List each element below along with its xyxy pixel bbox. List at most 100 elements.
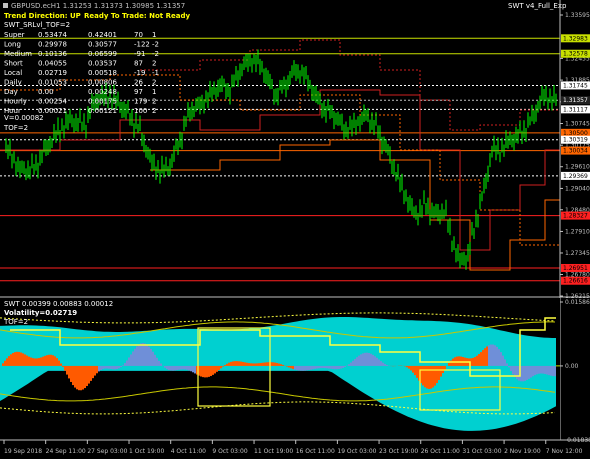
stats-v4: -1 [152, 69, 159, 77]
oscillator-bar [382, 362, 384, 366]
oscillator-bar [416, 365, 418, 378]
oscillator-bar [308, 365, 310, 371]
oscillator-bar [108, 365, 110, 369]
oscillator-bar [428, 365, 430, 389]
oscillator-bar [544, 365, 546, 374]
stats-v3: 179 [134, 98, 147, 106]
oscillator-bar [36, 358, 38, 366]
oscillator-bar [138, 344, 140, 366]
time-tick: 24 Sep 11:00 [46, 448, 86, 455]
price-level-label: 1.31117 [563, 106, 588, 113]
stats-name: Daily [4, 79, 22, 87]
oscillator-bar [44, 355, 46, 366]
oscillator-bar [480, 352, 482, 366]
oscillator-bar [96, 365, 98, 374]
oscillator-bar [316, 365, 318, 369]
stats-v3: 100 [134, 107, 147, 115]
stats-name: Super [4, 31, 25, 39]
oscillator-bar [254, 363, 256, 366]
oscillator-bar [46, 355, 48, 366]
oscillator-bar [324, 365, 326, 369]
oscillator-bar [492, 344, 494, 366]
oscillator-bar [516, 365, 518, 380]
oscillator-bar [80, 365, 82, 391]
oscillator-bar [294, 365, 296, 370]
oscillator-bar [546, 365, 548, 375]
price-level-label: 1.29369 [563, 173, 588, 180]
oscillator-bar [190, 365, 192, 372]
oscillator-bar [170, 365, 172, 371]
oscillator-bar [192, 365, 194, 373]
oscillator-bar [510, 365, 512, 372]
oscillator-bar [410, 365, 412, 371]
oscillator-bar [366, 352, 368, 366]
price-tick: 1.29610 [565, 164, 590, 171]
price-level-label: 1.31357 [563, 97, 588, 104]
oscillator-bar [66, 365, 68, 375]
time-tick: 26 Oct 11:00 [421, 448, 460, 455]
oscillator-bar [128, 357, 130, 366]
ready-to-trade: Ready To Trade: Not Ready [84, 12, 190, 20]
oscillator-bar [54, 356, 56, 366]
stats-v1: 0.01053 [38, 79, 67, 87]
price-tick: 1.27910 [565, 228, 590, 235]
oscillator-bar [434, 365, 436, 386]
oscillator-bar [76, 365, 78, 390]
oscillator-bar [532, 365, 534, 377]
time-tick: 11 Oct 19:00 [254, 448, 293, 455]
oscillator-bar [216, 365, 218, 372]
oscillator-bar [476, 355, 478, 366]
stats-v4: 2 [152, 79, 156, 87]
oscillator-bar [156, 357, 158, 366]
oscillator-bar [322, 365, 324, 369]
oscillator-bar [160, 363, 162, 366]
sub-axis: 0.015860.00-0.01838 [560, 299, 590, 444]
oscillator-bar [16, 351, 18, 366]
oscillator-bar [406, 365, 408, 368]
stats-v4: 2 [152, 98, 156, 106]
oscillator-bar [186, 365, 188, 370]
oscillator-bar [552, 365, 554, 377]
oscillator-bar [22, 353, 24, 366]
price-axis: 1.335951.324551.318851.313151.307451.301… [559, 0, 590, 440]
volatility-label: Volatility=0.02719 [4, 309, 77, 317]
oscillator-bar [60, 363, 62, 366]
oscillator-bar [124, 363, 126, 366]
oscillator-bar [172, 365, 174, 371]
stats-v3: -122 [134, 41, 150, 49]
oscillator-bar [250, 363, 252, 366]
oscillator-bar [72, 365, 74, 386]
oscillator-bar [534, 365, 536, 376]
oscillator-bar [554, 365, 556, 377]
oscillator-bar [302, 365, 304, 371]
oscillator-bar [104, 365, 106, 369]
oscillator-bar [490, 344, 492, 366]
stats-v3: -91 [134, 50, 145, 58]
oscillator-bar [126, 360, 128, 366]
oscillator-bar [50, 354, 52, 366]
main-window[interactable]: GBPUSD.ecH1 1.31253 1.31373 1.30985 1.31… [0, 0, 567, 296]
oscillator-bar [456, 356, 458, 366]
oscillator-bar [536, 365, 538, 375]
oscillator-bar [538, 365, 540, 374]
oscillator-bar [112, 365, 114, 370]
sub-window[interactable]: SWT 0.00399 0.00883 0.00012 Volatility=0… [0, 298, 590, 444]
oscillator-bar [214, 365, 216, 374]
oscillator-bar [318, 365, 320, 369]
stats-name: Hourly [4, 98, 27, 106]
oscillator-bar [328, 365, 330, 369]
sub-title: SWT 0.00399 0.00883 0.00012 [4, 300, 113, 308]
oscillator-bar [178, 365, 180, 370]
oscillator-bar [194, 365, 196, 374]
oscillator-bar [342, 365, 344, 368]
oscillator-bar [232, 361, 234, 366]
oscillator-bar [356, 357, 358, 366]
oscillator-bar [286, 365, 288, 367]
oscillator-bar [62, 365, 64, 367]
oscillator-bar [340, 365, 342, 369]
trend-direction: Trend Direction: UP [4, 12, 81, 20]
oscillator-bar [18, 351, 20, 366]
oscillator-bar [180, 365, 182, 370]
oscillator-bar [296, 365, 298, 371]
oscillator-bar [550, 365, 552, 376]
